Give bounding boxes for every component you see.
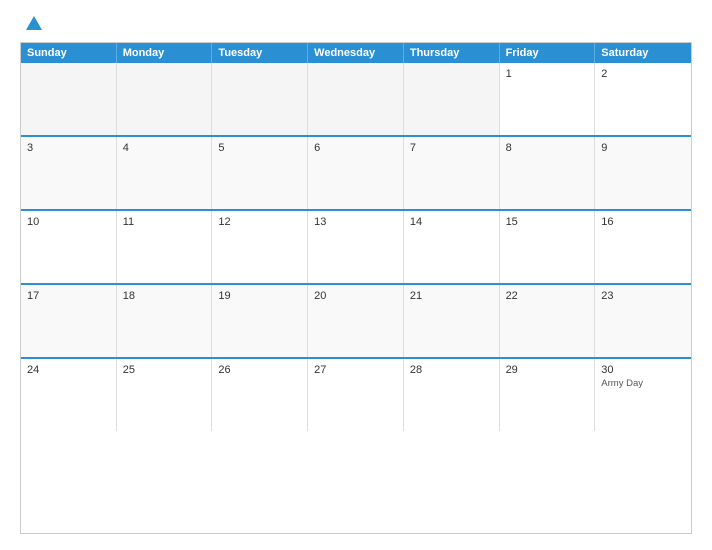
header [20, 16, 692, 30]
day-number: 2 [601, 68, 685, 80]
calendar-header: SundayMondayTuesdayWednesdayThursdayFrid… [21, 43, 691, 63]
day-number: 8 [506, 142, 589, 154]
logo-triangle-icon [26, 16, 42, 30]
cal-cell-3-6: 15 [500, 211, 596, 283]
day-header-saturday: Saturday [595, 43, 691, 63]
cal-cell-1-3 [212, 63, 308, 135]
week-row-5: 24 25 26 27 28 29 30 Army Day [21, 357, 691, 431]
cal-cell-1-6: 1 [500, 63, 596, 135]
cal-cell-1-4 [308, 63, 404, 135]
day-number: 20 [314, 290, 397, 302]
cal-cell-2-1: 3 [21, 137, 117, 209]
week-row-4: 17 18 19 20 21 22 23 [21, 283, 691, 357]
cal-cell-5-6: 29 [500, 359, 596, 431]
cal-cell-3-4: 13 [308, 211, 404, 283]
day-number: 30 [601, 364, 685, 376]
cal-cell-5-7: 30 Army Day [595, 359, 691, 431]
day-number: 27 [314, 364, 397, 376]
day-number: 6 [314, 142, 397, 154]
calendar: SundayMondayTuesdayWednesdayThursdayFrid… [20, 42, 692, 534]
day-number: 17 [27, 290, 110, 302]
cal-cell-2-6: 8 [500, 137, 596, 209]
cal-cell-2-4: 6 [308, 137, 404, 209]
day-header-sunday: Sunday [21, 43, 117, 63]
day-number: 16 [601, 216, 685, 228]
day-header-friday: Friday [500, 43, 596, 63]
cal-cell-5-4: 27 [308, 359, 404, 431]
day-number: 23 [601, 290, 685, 302]
week-row-3: 10 11 12 13 14 15 16 [21, 209, 691, 283]
cal-cell-4-7: 23 [595, 285, 691, 357]
cal-cell-4-3: 19 [212, 285, 308, 357]
day-header-monday: Monday [117, 43, 213, 63]
cal-cell-3-2: 11 [117, 211, 213, 283]
cal-cell-5-1: 24 [21, 359, 117, 431]
day-number: 13 [314, 216, 397, 228]
cal-cell-3-5: 14 [404, 211, 500, 283]
day-header-thursday: Thursday [404, 43, 500, 63]
cal-cell-4-5: 21 [404, 285, 500, 357]
day-number: 15 [506, 216, 589, 228]
cal-cell-3-7: 16 [595, 211, 691, 283]
cal-cell-5-2: 25 [117, 359, 213, 431]
cal-cell-1-2 [117, 63, 213, 135]
cal-cell-4-6: 22 [500, 285, 596, 357]
cal-cell-2-3: 5 [212, 137, 308, 209]
day-number: 3 [27, 142, 110, 154]
cal-cell-1-5 [404, 63, 500, 135]
day-number: 5 [218, 142, 301, 154]
week-row-2: 3456789 [21, 135, 691, 209]
day-number: 24 [27, 364, 110, 376]
cal-cell-5-3: 26 [212, 359, 308, 431]
day-number: 4 [123, 142, 206, 154]
logo [20, 16, 48, 30]
week-row-1: 12 [21, 63, 691, 135]
day-number: 1 [506, 68, 589, 80]
day-number: 25 [123, 364, 206, 376]
cal-cell-5-5: 28 [404, 359, 500, 431]
day-number: 21 [410, 290, 493, 302]
day-number: 28 [410, 364, 493, 376]
cal-cell-4-1: 17 [21, 285, 117, 357]
day-number: 10 [27, 216, 110, 228]
day-number: 18 [123, 290, 206, 302]
day-number: 26 [218, 364, 301, 376]
cal-cell-2-5: 7 [404, 137, 500, 209]
day-number: 22 [506, 290, 589, 302]
holiday-label: Army Day [601, 378, 685, 389]
cal-cell-3-1: 10 [21, 211, 117, 283]
cal-cell-1-1 [21, 63, 117, 135]
day-number: 29 [506, 364, 589, 376]
day-number: 19 [218, 290, 301, 302]
cal-cell-4-4: 20 [308, 285, 404, 357]
day-number: 12 [218, 216, 301, 228]
cal-cell-1-7: 2 [595, 63, 691, 135]
day-number: 14 [410, 216, 493, 228]
day-number: 7 [410, 142, 493, 154]
day-header-wednesday: Wednesday [308, 43, 404, 63]
cal-cell-4-2: 18 [117, 285, 213, 357]
day-header-tuesday: Tuesday [212, 43, 308, 63]
cal-cell-3-3: 12 [212, 211, 308, 283]
day-number: 9 [601, 142, 685, 154]
cal-cell-2-2: 4 [117, 137, 213, 209]
cal-cell-2-7: 9 [595, 137, 691, 209]
calendar-body: 1234567891011121314151617181920212223242… [21, 63, 691, 431]
day-number: 11 [123, 216, 206, 228]
